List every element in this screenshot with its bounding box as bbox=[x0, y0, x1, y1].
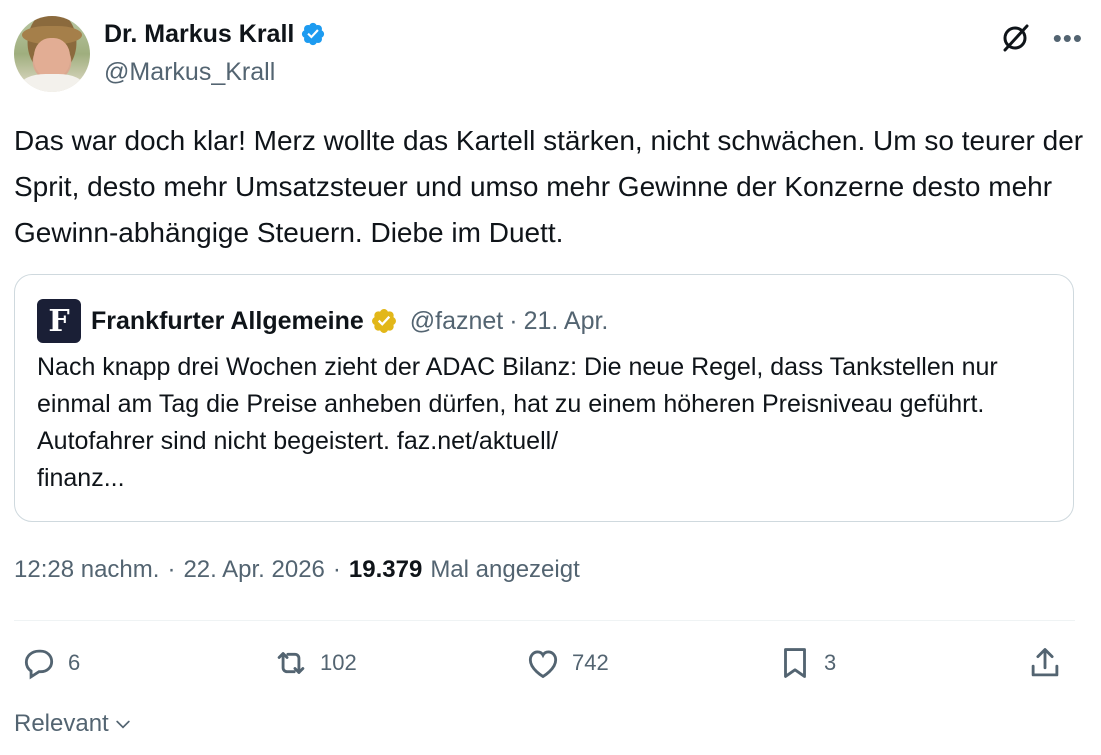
divider bbox=[14, 620, 1075, 621]
like-button[interactable]: 742 bbox=[524, 644, 609, 682]
quote-text: Nach knapp drei Wochen zieht der ADAC Bi… bbox=[37, 353, 998, 492]
author-handle[interactable]: @Markus_Krall bbox=[104, 56, 275, 88]
sort-label: Relevant bbox=[14, 710, 109, 737]
bookmark-icon bbox=[784, 648, 806, 678]
meta-separator: · bbox=[167, 556, 176, 583]
repost-button[interactable]: 102 bbox=[272, 644, 357, 682]
author-display-name[interactable]: Dr. Markus Krall bbox=[104, 18, 294, 50]
verified-badge-icon bbox=[302, 22, 325, 46]
action-bar: 6 102 742 3 bbox=[14, 644, 1076, 692]
quote-avatar[interactable]: F bbox=[37, 299, 81, 343]
reply-count: 6 bbox=[68, 650, 81, 675]
grok-icon[interactable] bbox=[999, 22, 1031, 54]
tweet-date[interactable]: 22. Apr. 2026 bbox=[183, 556, 324, 584]
meta-separator: · bbox=[332, 556, 341, 583]
share-icon bbox=[1031, 648, 1059, 677]
like-count: 742 bbox=[572, 650, 609, 675]
author-name-row: Dr. Markus Krall bbox=[104, 18, 326, 50]
reply-icon bbox=[24, 649, 54, 680]
sort-selector[interactable]: Relevant bbox=[14, 710, 133, 738]
bookmark-button[interactable]: 3 bbox=[776, 644, 836, 682]
repost-icon bbox=[277, 652, 305, 674]
tweet-meta: 12:28 nachm. · 22. Apr. 2026 · 19.379 Ma… bbox=[14, 556, 580, 584]
tweet-text: Das war doch klar! Merz wollte das Karte… bbox=[14, 125, 1084, 248]
quote-handle[interactable]: @faznet bbox=[410, 307, 503, 336]
quote-display-name[interactable]: Frankfurter Allgemeine bbox=[91, 307, 364, 336]
author-avatar[interactable] bbox=[14, 16, 90, 92]
quote-separator: · bbox=[509, 306, 518, 335]
views-count[interactable]: 19.379 bbox=[349, 556, 422, 584]
like-icon bbox=[528, 650, 558, 679]
views-label: Mal angezeigt bbox=[430, 556, 580, 583]
share-button[interactable] bbox=[1026, 644, 1064, 682]
repost-count: 102 bbox=[320, 650, 357, 675]
chevron-down-icon bbox=[116, 720, 130, 729]
tweet-header: Dr. Markus Krall @Markus_Krall ••• bbox=[14, 14, 1089, 94]
bookmark-count: 3 bbox=[824, 650, 837, 675]
more-icon[interactable]: ••• bbox=[1053, 25, 1083, 51]
quote-date[interactable]: 21. Apr. bbox=[524, 307, 609, 336]
gold-badge-icon bbox=[371, 309, 396, 333]
tweet-time[interactable]: 12:28 nachm. bbox=[14, 556, 159, 584]
header-actions: ••• bbox=[999, 22, 1083, 54]
quoted-tweet[interactable]: F Frankfurter Allgemeine @faznet · 21. A… bbox=[14, 274, 1074, 522]
reply-button[interactable]: 6 bbox=[20, 644, 80, 682]
quote-header: F Frankfurter Allgemeine @faznet · 21. A… bbox=[37, 299, 608, 343]
